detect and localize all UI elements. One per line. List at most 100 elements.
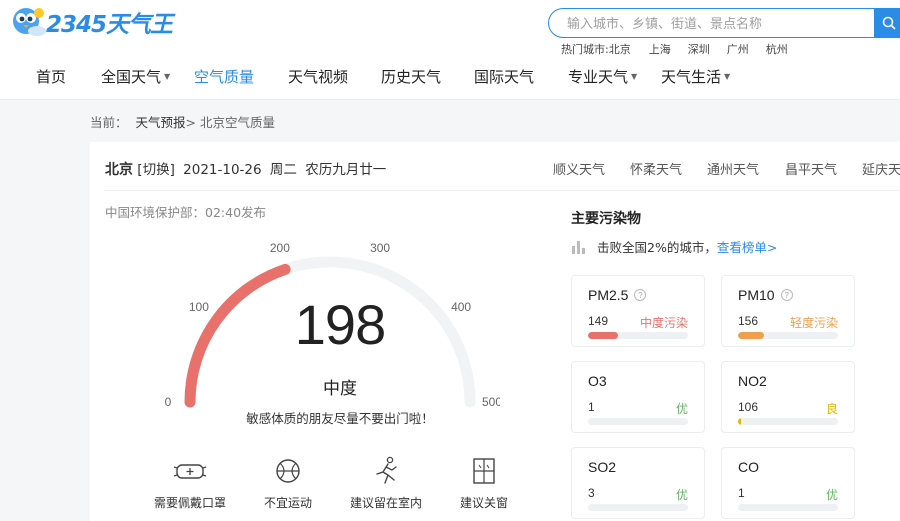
nearby-city-link[interactable]: 通州天气	[707, 159, 759, 178]
pollutant-value: 3	[588, 486, 595, 500]
pollutant-bar-fill	[738, 418, 741, 425]
pollutant-value: 149	[588, 314, 609, 328]
search-icon	[882, 16, 896, 30]
pollutant-bar-track	[588, 332, 688, 339]
lunar-date-text: 农历九月廿一	[305, 162, 387, 178]
nav-item-professional-weather[interactable]: 专业天气 ▼	[568, 66, 637, 87]
advice-stay-indoors: 建议留在室内	[336, 456, 436, 511]
pollutant-name: SO2	[588, 459, 616, 475]
pollutant-name: PM2.5?	[588, 287, 647, 303]
site-logo[interactable]: 2345天气王	[6, 4, 173, 40]
nav-item-label: 空气质量	[194, 68, 255, 86]
nearby-city-link[interactable]: 顺义天气	[553, 159, 605, 178]
aqi-value: 198	[294, 293, 386, 356]
pollutant-bar-fill	[588, 332, 618, 339]
nav-item-air-quality[interactable]: 空气质量	[194, 66, 254, 87]
rank-text: 击败全国2%的城市，	[597, 240, 717, 255]
view-ranking-link[interactable]: 查看榜单>	[717, 237, 777, 256]
pollutant-bar-track	[588, 504, 688, 511]
search-input[interactable]	[548, 8, 878, 38]
pollutant-name: CO	[738, 459, 759, 475]
nearby-city-link[interactable]: 怀柔天气	[630, 159, 682, 178]
advice-label: 建议留在室内	[349, 496, 422, 510]
nav-item-label: 天气生活	[661, 68, 722, 86]
hot-city-link[interactable]: 上海	[649, 41, 671, 57]
nav-item-international-weather[interactable]: 国际天气	[474, 66, 534, 87]
nav-item-weather-life[interactable]: 天气生活 ▼	[661, 66, 730, 87]
pollutant-bar-fill	[738, 332, 764, 339]
pollutant-level: 轻度污染	[789, 316, 838, 330]
pollutant-value: 106	[738, 400, 759, 414]
pollutant-card-o3[interactable]: O3 1 优	[571, 361, 705, 433]
publish-info: 中国环境保护部：02:40发布	[105, 205, 267, 220]
pollutant-bar-track	[738, 332, 838, 339]
pollutant-card-so2[interactable]: SO2 3 优	[571, 447, 705, 519]
pollutant-bar-track	[738, 418, 838, 425]
pollutant-name-text: PM10	[738, 287, 775, 303]
nav-item-label: 国际天气	[474, 68, 535, 86]
pollutant-name-text: PM2.5	[588, 287, 629, 303]
search-button[interactable]	[874, 8, 900, 38]
nav-item-home[interactable]: 首页	[36, 66, 66, 87]
pollutant-name: NO2	[738, 373, 767, 389]
caret-down-icon: ▼	[631, 72, 638, 81]
nearby-city-link[interactable]: 延庆天	[862, 159, 900, 178]
help-icon[interactable]: ?	[780, 289, 793, 301]
pollutant-name-text: CO	[738, 459, 759, 475]
nav-item-national-weather[interactable]: 全国天气 ▼	[101, 66, 170, 87]
gauge-tick-label: 0	[165, 395, 172, 409]
hot-city-link[interactable]: 杭州	[766, 41, 788, 57]
nav-item-label: 天气视频	[288, 68, 349, 86]
pollutant-value: 1	[738, 486, 745, 500]
bird-logo-icon	[13, 8, 46, 36]
nearby-city-link[interactable]: 昌平天气	[785, 159, 837, 178]
national-rank: 击败全国2%的城市， 查看榜单>	[571, 237, 777, 256]
hot-cities: 热门城市:北京 上海 深圳 广州 杭州	[561, 41, 805, 57]
pollutant-name-text: NO2	[738, 373, 767, 389]
main-nav: 首页 全国天气 ▼ 空气质量 天气视频 历史天气 国际天气 专业天气 ▼ 天气生活 ▼	[0, 66, 900, 90]
gauge-tick-label: 400	[451, 300, 471, 314]
breadcrumb-prefix: 当前：	[90, 115, 128, 130]
help-icon[interactable]: ?	[634, 289, 647, 301]
weekday-text: 周二	[269, 162, 297, 178]
pollutant-name-text: SO2	[588, 459, 617, 475]
logo-text: 2345天气王	[46, 12, 173, 38]
pollutant-card-no2[interactable]: NO2 106 良	[721, 361, 855, 433]
advice-label: 不宜运动	[263, 496, 312, 510]
advice-label: 建议关窗	[459, 496, 508, 510]
pollutant-bar-track	[588, 418, 688, 425]
pollutants-title: 主要污染物	[571, 211, 641, 227]
pollutant-name: PM10?	[738, 287, 793, 303]
nav-item-weather-video[interactable]: 天气视频	[288, 66, 348, 87]
pollutant-name-text: O3	[588, 373, 607, 389]
nav-item-label: 专业天气	[568, 68, 629, 86]
top-header: 2345天气王 热门城市:北京 上海 深圳 广州 杭州 首页 全国天气▼ 空气质…	[0, 0, 900, 100]
date-text: 2021-10-26	[183, 162, 262, 178]
hot-city-link[interactable]: 广州	[727, 41, 749, 57]
basketball-icon	[276, 459, 300, 483]
pollutant-card-pm25[interactable]: PM2.5? 149 中度污染	[571, 275, 705, 347]
nav-item-history-weather[interactable]: 历史天气	[381, 66, 441, 87]
hot-city-link[interactable]: 深圳	[688, 41, 710, 57]
switch-city-link[interactable]: [切换]	[137, 162, 175, 178]
pollutant-level: 优	[675, 488, 688, 502]
city-name: 北京	[105, 162, 133, 178]
advice-close-window: 建议关窗	[434, 456, 534, 511]
pollutant-level: 中度污染	[639, 316, 688, 330]
city-date-header: 北京 [切换] 2021-10-26 周二 农历九月廿一	[105, 158, 386, 179]
bar-chart-icon	[572, 240, 585, 254]
header-divider	[0, 99, 900, 100]
pollutant-level: 良	[825, 402, 838, 416]
pollutant-value: 1	[588, 400, 595, 414]
pollutant-level: 优	[825, 488, 838, 502]
pollutant-card-co[interactable]: CO 1 优	[721, 447, 855, 519]
pollutant-card-pm10[interactable]: PM10? 156 轻度污染	[721, 275, 855, 347]
nav-item-label: 首页	[36, 68, 67, 86]
hot-cities-label[interactable]: 热门城市:北京	[561, 41, 631, 57]
pollutant-value: 156	[738, 314, 759, 328]
pollutant-bar-track	[738, 504, 838, 511]
aqi-tip: 敏感体质的朋友尽量不要出门啦！	[246, 411, 434, 426]
caret-down-icon: ▼	[724, 72, 731, 81]
card-divider	[105, 190, 900, 191]
breadcrumb-link-forecast[interactable]: 天气预报	[136, 115, 186, 130]
